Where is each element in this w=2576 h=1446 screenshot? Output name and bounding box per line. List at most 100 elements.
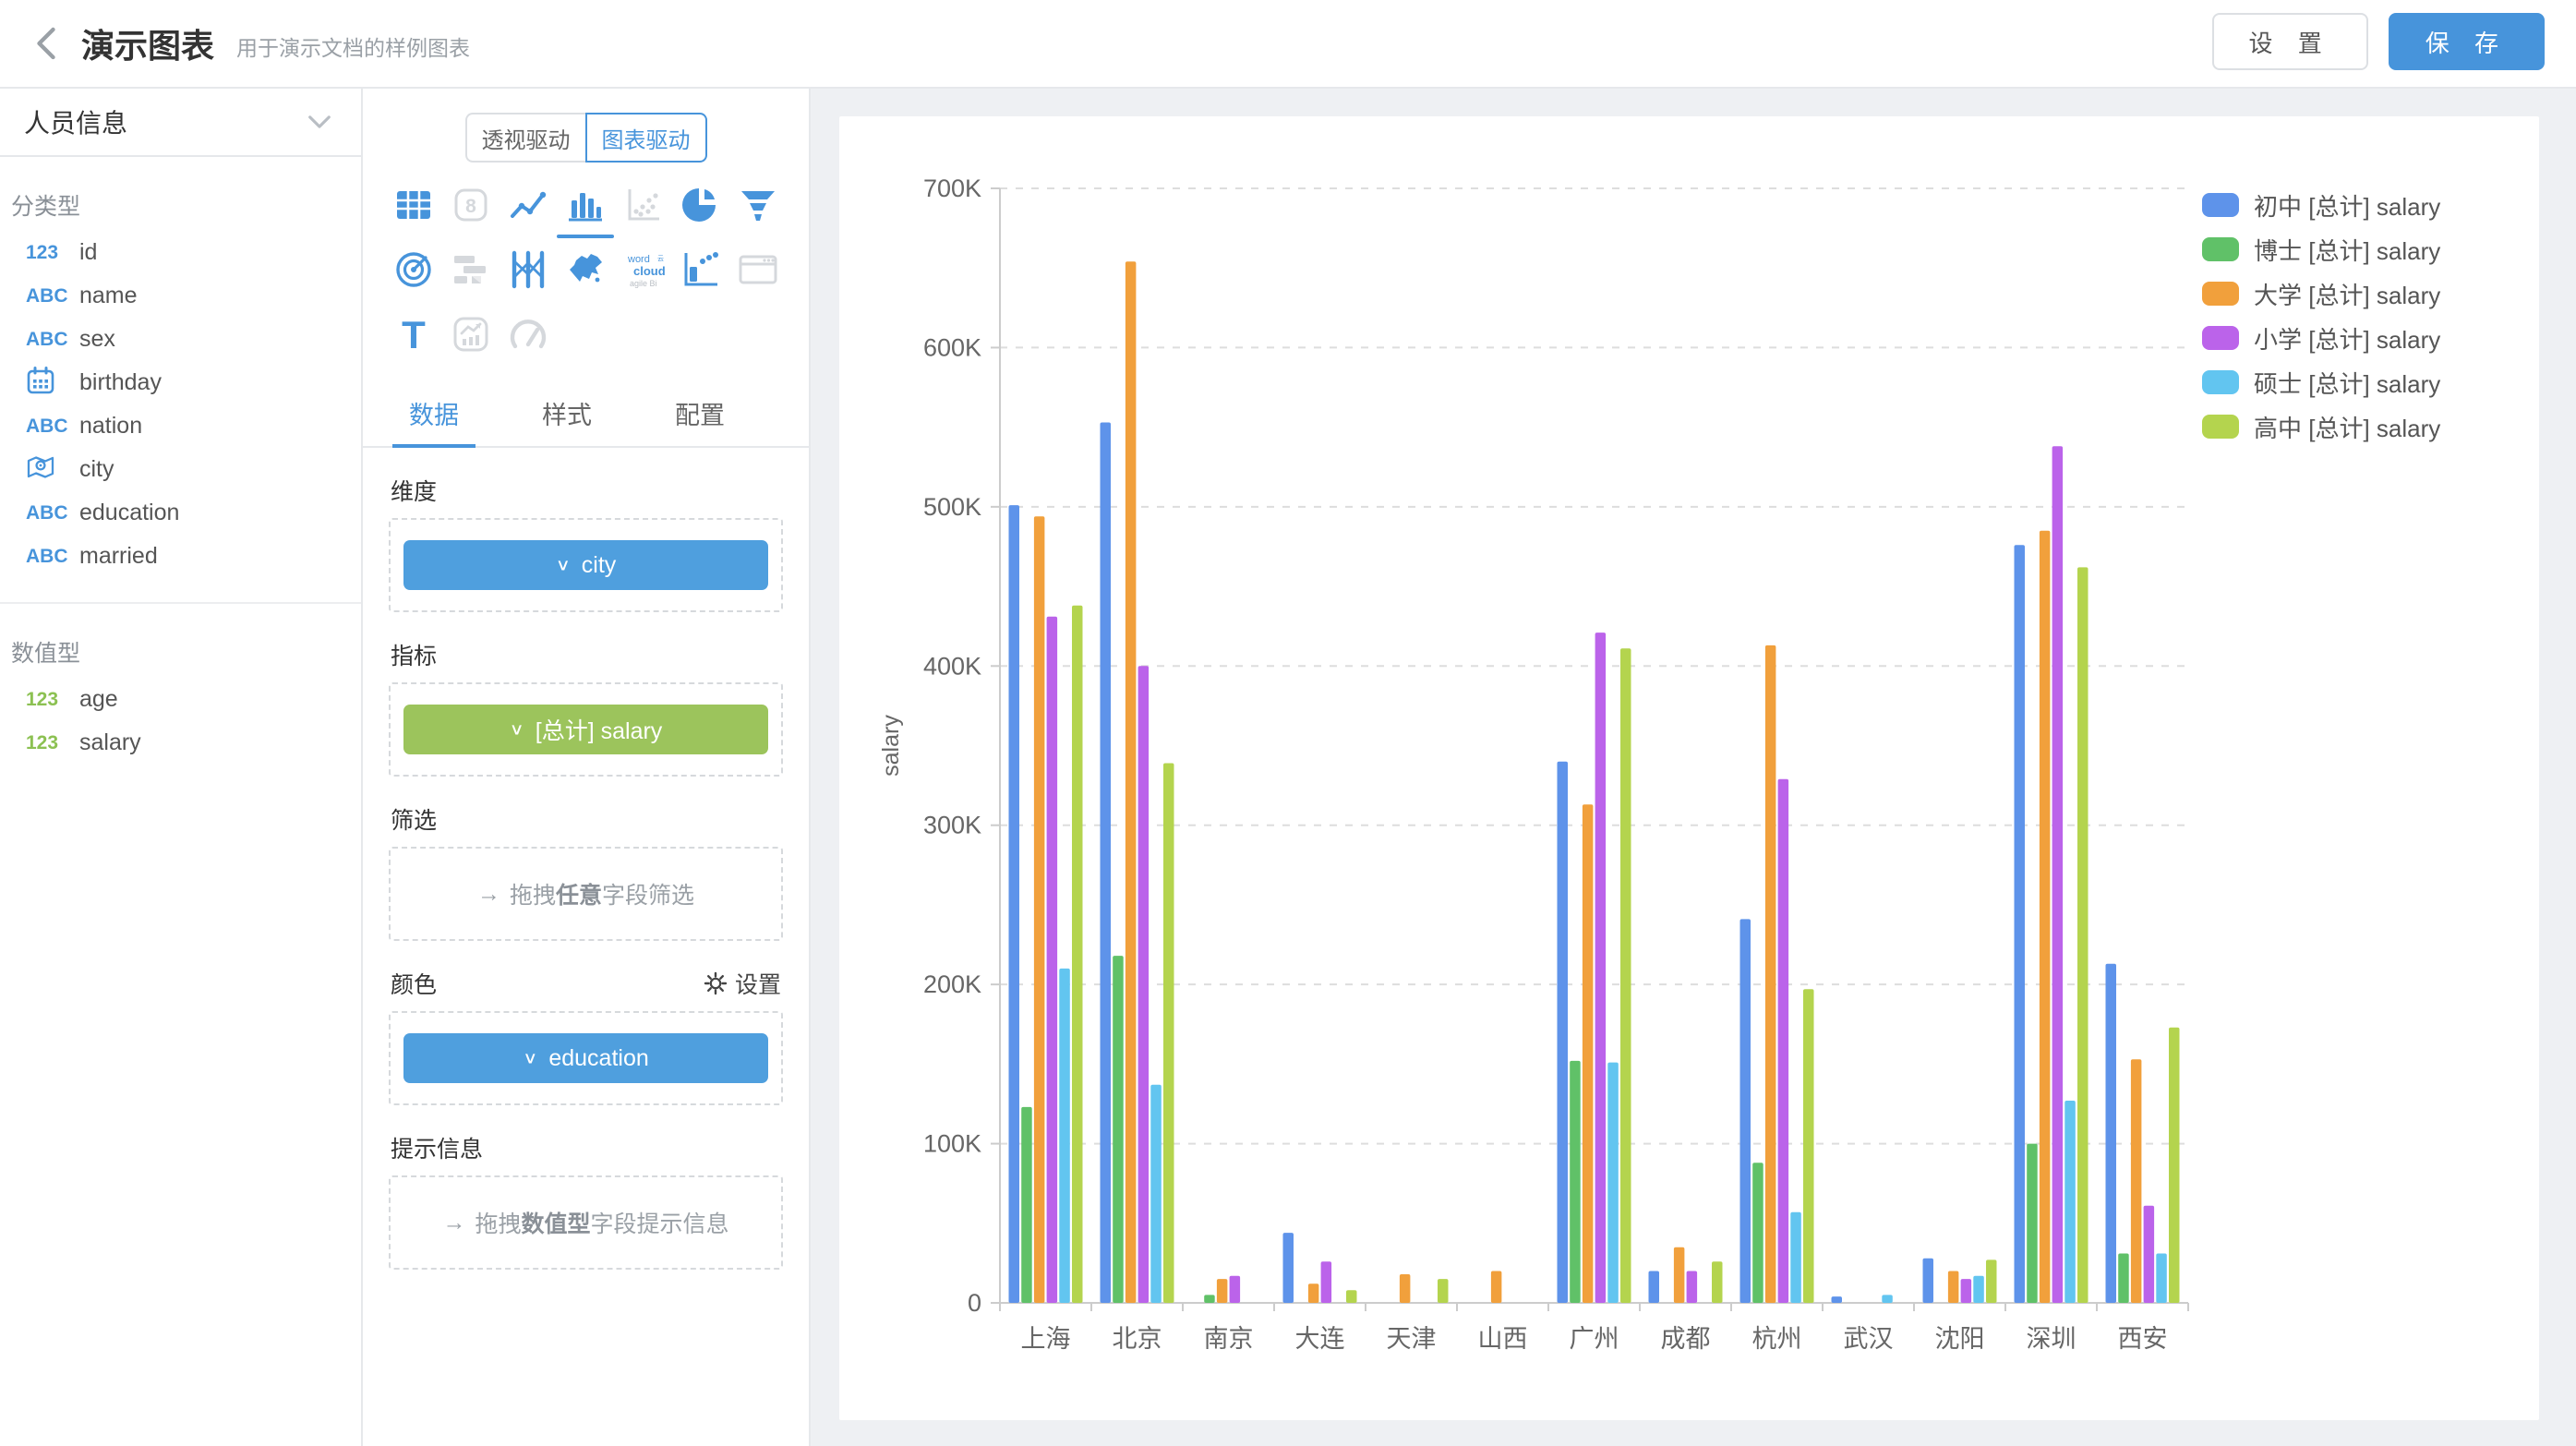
- text-type-icon: ABC: [26, 329, 79, 351]
- legend-item[interactable]: 博士 [总计] salary: [2202, 227, 2440, 271]
- bar: [1973, 1276, 1984, 1303]
- pie-chart-icon[interactable]: [672, 181, 729, 229]
- svg-text:100K: 100K: [923, 1130, 981, 1158]
- svg-text:600K: 600K: [923, 333, 981, 361]
- field-item-married[interactable]: ABCmarried: [0, 535, 361, 578]
- field-item-education[interactable]: ABCeducation: [0, 491, 361, 535]
- tab-pivot-driven[interactable]: 透视驱动: [465, 113, 585, 163]
- bar: [1125, 261, 1137, 1303]
- bar-chart-icon[interactable]: [557, 181, 614, 229]
- bar: [1620, 648, 1631, 1303]
- drag-arrow-icon: →: [442, 1210, 465, 1236]
- bar: [1948, 1271, 1959, 1304]
- field-item-birthday[interactable]: birthday: [0, 361, 361, 404]
- field-item-nation[interactable]: ABCnation: [0, 404, 361, 448]
- field-item-salary[interactable]: 123salary: [0, 721, 361, 765]
- bar: [1230, 1276, 1241, 1303]
- combo-chart-icon[interactable]: [672, 246, 729, 294]
- bar: [2144, 1206, 2155, 1303]
- field-item-age[interactable]: 123age: [0, 678, 361, 721]
- funnel-chart-icon[interactable]: [729, 181, 787, 229]
- table-icon[interactable]: [385, 181, 442, 229]
- dimension-chip-city[interactable]: ∨ city: [403, 540, 768, 590]
- text-chart-icon[interactable]: T: [385, 310, 442, 358]
- chart-type-grid: 8 word云cloudagile Bi T: [385, 181, 787, 358]
- bar: [2106, 964, 2117, 1303]
- bar: [1072, 606, 1083, 1303]
- color-settings-button[interactable]: 设置: [704, 967, 781, 1000]
- dataset-name: 人员信息: [24, 103, 127, 140]
- svg-text:沈阳: 沈阳: [1935, 1325, 1985, 1353]
- svg-text:0: 0: [968, 1289, 981, 1317]
- parallel-chart-icon[interactable]: [500, 246, 557, 294]
- chevron-down-icon: ∨: [556, 557, 571, 573]
- bar: [1059, 969, 1070, 1303]
- legend-swatch: [2202, 237, 2239, 261]
- radar-chart-icon[interactable]: [385, 246, 442, 294]
- field-item-id[interactable]: 123id: [0, 231, 361, 274]
- page-title: 演示图表: [81, 19, 214, 67]
- dataset-selector[interactable]: 人员信息: [0, 89, 361, 157]
- gear-icon: [704, 971, 728, 995]
- svg-text:agile Bi: agile Bi: [630, 279, 657, 288]
- tooltip-dropzone[interactable]: → 拖拽数值型字段提示信息: [389, 1175, 783, 1270]
- back-button[interactable]: [17, 14, 76, 73]
- color-label: 颜色: [391, 967, 437, 1000]
- legend-item[interactable]: 大学 [总计] salary: [2202, 271, 2440, 316]
- word-cloud-icon[interactable]: word云cloudagile Bi: [615, 246, 672, 294]
- bar: [1832, 1296, 1843, 1303]
- legend-item[interactable]: 硕士 [总计] salary: [2202, 360, 2440, 404]
- categorical-group-title: 分类型: [11, 188, 361, 222]
- legend-item[interactable]: 高中 [总计] salary: [2202, 404, 2440, 449]
- bar: [2064, 1101, 2076, 1303]
- bar: [2015, 545, 2026, 1303]
- dimension-label: 维度: [391, 474, 437, 507]
- metric-chip-salary[interactable]: ∨ [总计] salary: [403, 705, 768, 754]
- legend-item[interactable]: 初中 [总计] salary: [2202, 183, 2440, 227]
- bar: [1021, 1107, 1032, 1303]
- dimension-dropzone[interactable]: ∨ city: [389, 518, 783, 612]
- map-pin-icon: [26, 452, 79, 488]
- metric-dropzone[interactable]: ∨ [总计] salary: [389, 682, 783, 777]
- svg-text:salary: salary: [878, 715, 904, 777]
- tab-config[interactable]: 配置: [669, 382, 730, 446]
- bar: [2040, 531, 2051, 1303]
- color-chip-education[interactable]: ∨ education: [403, 1033, 768, 1083]
- bar: [1583, 804, 1594, 1303]
- field-item-sex[interactable]: ABCsex: [0, 318, 361, 361]
- bar: [1283, 1233, 1294, 1303]
- svg-text:杭州: 杭州: [1752, 1325, 1802, 1353]
- settings-button[interactable]: 设 置: [2212, 13, 2368, 70]
- save-button[interactable]: 保 存: [2389, 13, 2545, 70]
- bar: [1712, 1261, 1723, 1303]
- bar: [1400, 1274, 1411, 1303]
- svg-text:北京: 北京: [1113, 1325, 1162, 1353]
- svg-text:cloud: cloud: [633, 264, 665, 278]
- svg-text:上海: 上海: [1021, 1325, 1071, 1353]
- svg-text:广州: 广州: [1570, 1325, 1619, 1353]
- bar: [1321, 1261, 1332, 1303]
- bar: [2131, 1059, 2142, 1303]
- page-subtitle: 用于演示文档的样例图表: [236, 30, 470, 62]
- filter-dropzone[interactable]: → 拖拽任意字段筛选: [389, 847, 783, 941]
- china-map-icon[interactable]: [557, 246, 614, 294]
- tab-chart-driven[interactable]: 图表驱动: [585, 113, 707, 163]
- bar: [2118, 1254, 2129, 1304]
- bar: [1687, 1271, 1698, 1304]
- color-dropzone[interactable]: ∨ education: [389, 1011, 783, 1105]
- legend-item[interactable]: 小学 [总计] salary: [2202, 316, 2440, 360]
- bar: [1765, 645, 1776, 1303]
- config-tabs: 数据 样式 配置: [363, 382, 809, 448]
- scorecard-icon: 8: [442, 181, 500, 229]
- metric-label: 指标: [391, 638, 437, 671]
- bar: [1163, 764, 1174, 1304]
- tab-data[interactable]: 数据: [403, 382, 464, 446]
- field-item-city[interactable]: city: [0, 448, 361, 491]
- back-chevron-icon: [30, 25, 62, 62]
- field-item-name[interactable]: ABCname: [0, 274, 361, 318]
- bar: [1882, 1295, 1893, 1303]
- gantt-chart-icon: [442, 246, 500, 294]
- line-chart-icon[interactable]: [500, 181, 557, 229]
- tab-style[interactable]: 样式: [536, 382, 597, 446]
- field-sidebar: 人员信息 分类型 123idABCnameABCsexbirthdayABCna…: [0, 89, 363, 1446]
